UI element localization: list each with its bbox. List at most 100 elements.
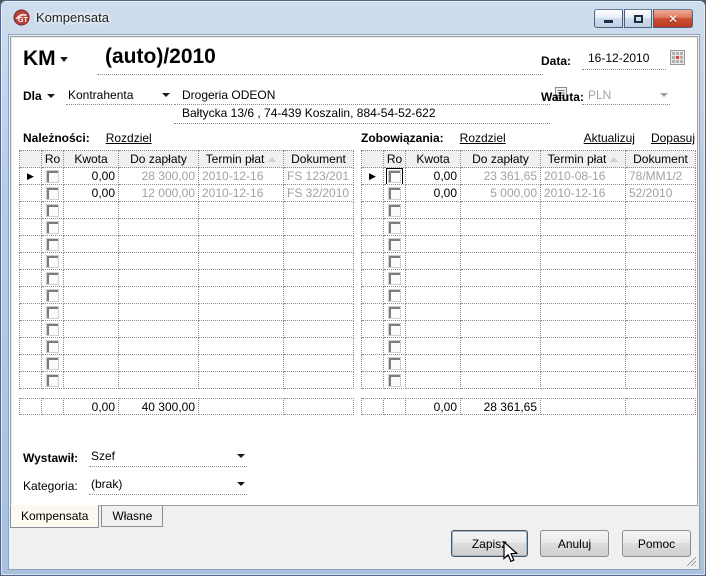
checkbox[interactable] (388, 289, 401, 302)
cancel-button[interactable]: Anuluj (540, 530, 609, 557)
client-area: KM (auto)/2010 Data: 16-12-2010 (8, 34, 700, 570)
save-button[interactable]: Zapisz (451, 530, 528, 557)
table-row-empty[interactable] (19, 338, 353, 355)
table-row-empty[interactable] (361, 321, 695, 338)
checkbox[interactable] (46, 170, 59, 183)
checkbox[interactable] (46, 238, 59, 251)
currency-dropdown[interactable]: PLN (582, 87, 670, 105)
table-row-empty[interactable] (19, 304, 353, 321)
col-ro[interactable]: Ro (384, 150, 406, 168)
table-row-empty[interactable] (19, 202, 353, 219)
col-termin-plat[interactable]: Termin płat (541, 150, 626, 168)
table-row-empty[interactable] (361, 253, 695, 270)
table-row-empty[interactable] (361, 270, 695, 287)
col-dokument[interactable]: Dokument (284, 150, 354, 168)
table-row-empty[interactable] (361, 355, 695, 372)
col-ro[interactable]: Ro (42, 150, 64, 168)
table-row-empty[interactable] (361, 202, 695, 219)
table-row-empty[interactable] (19, 372, 353, 389)
table-row[interactable]: ▶ 0,00 23 361,65 2010-08-16 78/MM1/2 (361, 168, 695, 185)
checkbox[interactable] (46, 357, 59, 370)
checkbox[interactable] (46, 221, 59, 234)
issuer-dropdown[interactable]: Szef (89, 449, 247, 467)
calendar-icon[interactable] (670, 50, 685, 65)
col-do-zaplaty[interactable]: Do zapłaty (461, 150, 541, 168)
checkbox[interactable] (388, 323, 401, 336)
issuer-value: Szef (91, 449, 115, 463)
checkbox-focused[interactable] (388, 170, 401, 183)
checkbox[interactable] (46, 187, 59, 200)
date-input[interactable]: 16-12-2010 (582, 50, 666, 70)
table-row[interactable]: 0,00 12 000,00 2010-12-16 FS 32/2010 (19, 185, 353, 202)
table-row[interactable]: ▶ 0,00 28 300,00 2010-12-16 FS 123/201 (19, 168, 353, 185)
doc-number-field[interactable]: (auto)/2010 (97, 45, 543, 75)
chevron-down-icon (47, 94, 55, 98)
minimize-button[interactable] (594, 9, 623, 28)
col-termin-plat[interactable]: Termin płat (199, 150, 284, 168)
table-row-empty[interactable] (19, 287, 353, 304)
category-dropdown[interactable]: (brak) (89, 477, 247, 495)
checkbox[interactable] (388, 238, 401, 251)
receivables-rozdziel-link[interactable]: Rozdziel (106, 131, 152, 145)
for-dropdown[interactable]: Dla (23, 87, 55, 105)
col-kwota[interactable]: Kwota (64, 150, 119, 168)
checkbox[interactable] (388, 306, 401, 319)
liabilities-aktualizuj-link[interactable]: Aktualizuj (584, 131, 635, 145)
checkbox[interactable] (388, 374, 401, 387)
issuer-row: Wystawił: Szef (23, 449, 247, 467)
checkbox[interactable] (388, 187, 401, 200)
table-row-empty[interactable] (19, 270, 353, 287)
table-row-empty[interactable] (361, 287, 695, 304)
cell-dokument: FS 123/201 (284, 168, 354, 185)
checkbox[interactable] (46, 289, 59, 302)
maximize-button[interactable] (624, 9, 652, 28)
table-row-empty[interactable] (361, 304, 695, 321)
entity-type-dropdown[interactable]: Kontrahenta (66, 87, 172, 105)
resize-grip-icon[interactable] (684, 554, 696, 566)
liabilities-header: Zobowiązania: Rozdziel Aktualizuj Dopasu… (361, 131, 695, 145)
col-kwota[interactable]: Kwota (406, 150, 461, 168)
col-do-zaplaty[interactable]: Do zapłaty (119, 150, 199, 168)
checkbox[interactable] (46, 306, 59, 319)
tab-wlasne[interactable]: Własne (101, 506, 163, 527)
checkbox[interactable] (46, 272, 59, 285)
checkbox[interactable] (388, 272, 401, 285)
checkbox[interactable] (46, 374, 59, 387)
total-kwota: 0,00 (406, 398, 461, 415)
maximize-icon (634, 15, 643, 23)
checkbox[interactable] (46, 204, 59, 217)
table-row-empty[interactable] (19, 219, 353, 236)
doc-symbol-dropdown[interactable]: KM (23, 47, 68, 71)
close-button[interactable]: ✕ (653, 9, 693, 28)
table-row-empty[interactable] (19, 321, 353, 338)
tab-kompensata[interactable]: Kompensata (10, 505, 99, 528)
table-row-empty[interactable] (361, 372, 695, 389)
table-row-empty[interactable] (361, 236, 695, 253)
table-row-empty[interactable] (19, 253, 353, 270)
checkbox[interactable] (388, 255, 401, 268)
titlebar[interactable]: GT Kompensata ✕ (1, 1, 705, 34)
table-row-empty[interactable] (361, 219, 695, 236)
table-row[interactable]: 0,00 5 000,00 2010-12-16 52/2010 (361, 185, 695, 202)
contractor-address-field[interactable]: Bałtycka 13/6 , 74-439 Koszalin, 884-54-… (174, 106, 550, 124)
receivables-header: Należności: Rozdziel (23, 131, 152, 145)
checkbox[interactable] (388, 204, 401, 217)
checkbox[interactable] (46, 340, 59, 353)
checkbox[interactable] (388, 340, 401, 353)
category-label: Kategoria: (23, 479, 89, 493)
currency-label: Waluta: (541, 90, 584, 104)
checkbox[interactable] (388, 221, 401, 234)
help-button[interactable]: Pomoc (622, 530, 691, 557)
chevron-down-icon (237, 482, 245, 486)
checkbox[interactable] (388, 357, 401, 370)
table-row-empty[interactable] (19, 236, 353, 253)
liabilities-dopasuj-link[interactable]: Dopasuj (651, 131, 695, 145)
table-row-empty[interactable] (19, 355, 353, 372)
contractor-name-field[interactable]: Drogeria ODEON (174, 87, 550, 105)
liabilities-rozdziel-link[interactable]: Rozdziel (460, 131, 506, 145)
checkbox[interactable] (46, 255, 59, 268)
table-row-empty[interactable] (361, 338, 695, 355)
minimize-icon (604, 20, 613, 23)
col-dokument[interactable]: Dokument (626, 150, 696, 168)
checkbox[interactable] (46, 323, 59, 336)
